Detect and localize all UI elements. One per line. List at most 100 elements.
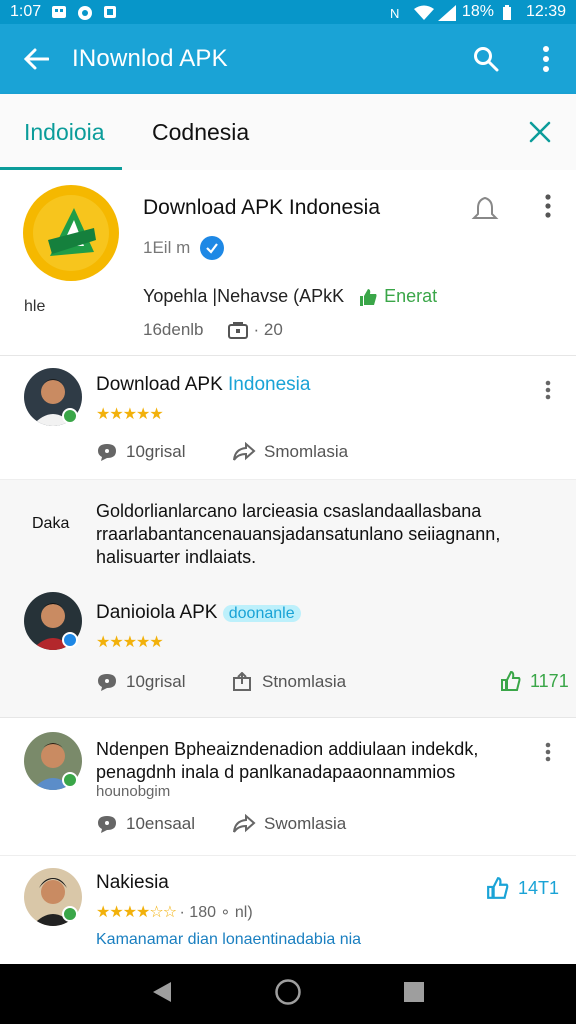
app-downloads: 16denlb <box>143 320 204 339</box>
app-developer-line: Yopehla |Nehavse (APkK Enerat <box>143 286 437 307</box>
rating-stars: ★★★★☆☆ · 180 ∘ nl) <box>96 902 253 922</box>
close-button[interactable] <box>504 94 576 170</box>
share-label: Smomlasia <box>264 442 349 461</box>
thumbs-up-icon <box>360 288 377 306</box>
side-label: Daka <box>32 515 70 532</box>
review-body-line-3: hounobgim <box>96 783 171 800</box>
more-vert-icon <box>545 194 551 218</box>
tab-codnesia[interactable]: Codnesia <box>122 94 273 170</box>
square-recents-icon <box>404 981 425 1002</box>
review-body-line-1: Ndenpen Bpheaizndenadion addiulaan indek… <box>96 739 479 759</box>
reviewer-tag: Indonesia <box>228 374 311 395</box>
reviewer-tag: doonanle <box>222 605 301 622</box>
comment-icon <box>98 444 116 461</box>
comment-button[interactable]: 10ensaal <box>96 814 195 834</box>
nav-back-button[interactable] <box>151 980 173 1009</box>
more-vert-icon <box>545 742 551 762</box>
share-icon <box>233 672 251 691</box>
online-badge <box>62 772 78 788</box>
bell-icon <box>471 196 499 219</box>
nav-recents-button[interactable] <box>403 981 425 1008</box>
comment-icon <box>98 816 116 833</box>
more-vert-icon <box>545 380 551 400</box>
app-status-icon <box>103 5 119 19</box>
share-icon <box>233 814 256 833</box>
share-button[interactable]: Swomlasia <box>232 814 346 834</box>
app-bar: INownlod APK <box>0 24 576 94</box>
comment-count: 10grisal <box>126 672 186 691</box>
signal-icon <box>437 5 456 21</box>
app-meta: 1Eil m <box>143 236 225 260</box>
more-vert-icon <box>543 46 549 72</box>
search-button[interactable] <box>456 24 516 94</box>
online-badge <box>62 906 78 922</box>
notification-icon <box>77 5 93 20</box>
message-icon <box>51 5 67 19</box>
package-icon <box>227 322 248 339</box>
overflow-menu-button[interactable] <box>516 24 576 94</box>
verified-icon <box>200 236 225 260</box>
like-button[interactable]: 1171 <box>500 670 569 692</box>
tab-bar: Indoioia Codnesia <box>0 94 576 170</box>
app-rating-label: Enerat <box>384 286 438 306</box>
tab-indoioia[interactable]: Indoioia <box>0 94 122 170</box>
thumbs-up-icon <box>501 670 521 691</box>
nav-home-button[interactable] <box>274 978 302 1011</box>
close-icon <box>529 121 551 143</box>
share-button[interactable]: Smomlasia <box>232 442 348 462</box>
review-more-button[interactable] <box>538 380 558 400</box>
battery-percent: 18% <box>461 3 494 20</box>
triangle-back-icon <box>152 981 171 1002</box>
app-more-button[interactable] <box>534 194 562 224</box>
system-nav-bar <box>0 964 576 1024</box>
review-more-button[interactable] <box>538 742 558 762</box>
share-label: Swomlasia <box>264 814 347 833</box>
app-version: · 20 <box>253 320 283 339</box>
app-header: hle Download APK Indonesia 1Eil m Yopehl… <box>0 170 576 356</box>
reviewer-name: Danioiola APK doonanle <box>96 602 301 624</box>
app-sub-info: 16denlb · 20 <box>143 320 283 340</box>
back-button[interactable] <box>0 24 72 94</box>
reviewer-name-text: Download APK <box>96 374 223 395</box>
thumbs-up-icon <box>487 877 509 899</box>
notify-button[interactable] <box>470 194 500 224</box>
reviewer-name-text: Danioiola APK <box>96 602 218 623</box>
app-rating-positive[interactable]: Enerat <box>358 286 437 307</box>
nfc-icon: N <box>390 5 406 21</box>
review-card: Download APK Indonesia ★★★★★ 10grisal Sm… <box>0 356 576 480</box>
share-button[interactable]: Stnomlasia <box>232 672 346 692</box>
share-label: Stnomlasia <box>262 672 347 691</box>
app-version-chip: · 20 <box>227 320 283 340</box>
app-developer: Yopehla |Nehavse (APkK <box>143 286 345 306</box>
rating-stars: ★★★★★ <box>96 406 164 423</box>
rating-stars-glyphs: ★★★★☆☆ <box>96 904 177 921</box>
arrow-left-icon <box>23 48 49 70</box>
comment-button[interactable]: 10grisal <box>96 442 186 462</box>
circle-home-icon <box>275 978 301 1005</box>
search-icon <box>474 47 499 72</box>
review-link[interactable]: Kamanamar dian lonaentinadabia nia <box>96 928 361 951</box>
share-icon <box>233 442 256 461</box>
svg-text:N: N <box>390 6 399 21</box>
review-body-line-1: Goldorlianlarcano larcieasia csaslandaal… <box>96 501 482 521</box>
reviewer-name: Download APK Indonesia <box>96 374 310 396</box>
comment-icon <box>98 674 116 691</box>
rating-stars: ★★★★★ <box>96 634 164 651</box>
like-count: 1171 <box>530 670 569 691</box>
review-card: Daka Goldorlianlarcano larcieasia csasla… <box>0 480 576 718</box>
comment-button[interactable]: 10grisal <box>96 672 186 692</box>
wifi-icon <box>413 5 434 20</box>
app-logo[interactable] <box>22 184 120 282</box>
verified-badge <box>62 632 78 648</box>
app-logo-caption: hle <box>24 298 46 315</box>
review-card: Nakiesia ★★★★☆☆ · 180 ∘ nl) Kamanamar di… <box>0 856 576 964</box>
status-bar: 1:07 N 18% 12:39 <box>0 0 576 24</box>
review-body-line-2: rraarlabantancenauansjadansatunlano seii… <box>96 524 501 544</box>
reviewer-name: Nakiesia <box>96 872 169 893</box>
status-time-left: 1:07 <box>10 3 42 20</box>
app-size: 1Eil m <box>143 238 191 257</box>
comment-count: 10ensaal <box>126 814 196 833</box>
like-button[interactable]: 14T1 <box>486 876 559 900</box>
like-count: 14T1 <box>518 877 560 898</box>
rating-meta: · 180 ∘ nl) <box>179 904 253 921</box>
